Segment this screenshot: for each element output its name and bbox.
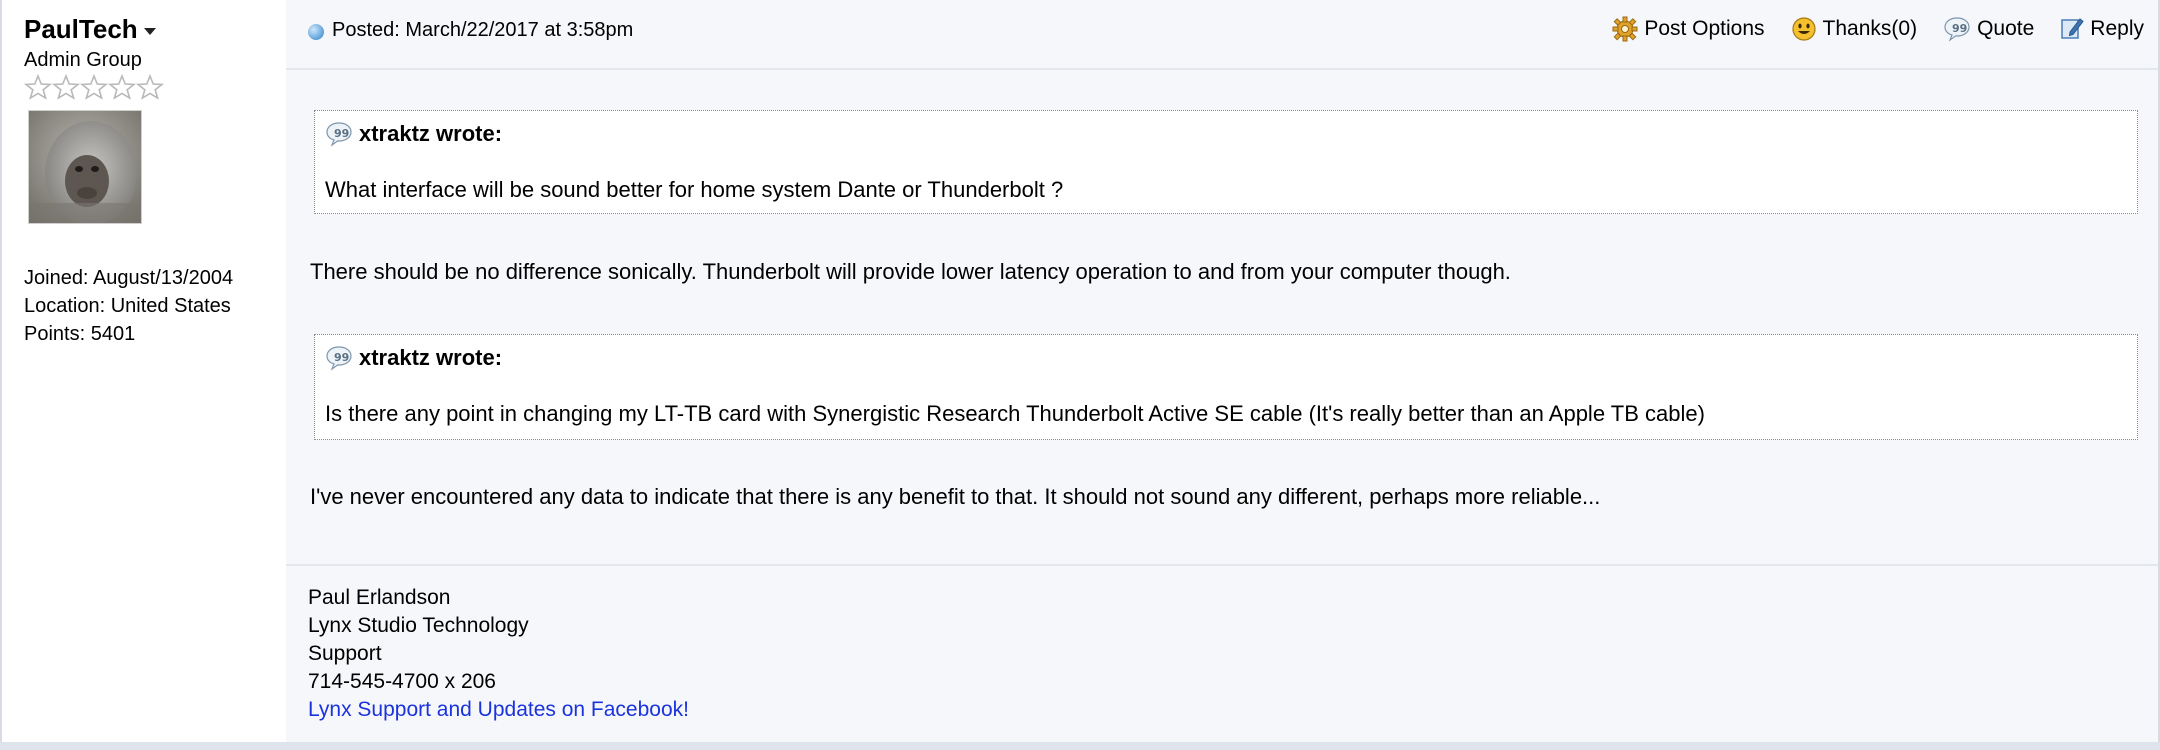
username[interactable]: PaulTech	[24, 14, 138, 45]
signature-phone: 714-545-4700 x 206	[308, 670, 496, 693]
signature-company: Lynx Studio Technology	[308, 614, 529, 637]
reply-label[interactable]: Reply	[2090, 17, 2144, 41]
quote-text: Is there any point in changing my LT-TB …	[325, 401, 1705, 426]
quote-button[interactable]: 99 Quote	[1943, 16, 2034, 42]
post-options-label[interactable]: Post Options	[1644, 17, 1764, 41]
reply-button[interactable]: Reply	[2060, 16, 2144, 42]
post-options-button[interactable]: Post Options	[1612, 16, 1765, 42]
user-stats: Joined: August/13/2004 Location: United …	[24, 264, 233, 348]
svg-text:99: 99	[334, 127, 349, 140]
quote-author-row: 99 xtraktz wrote:	[325, 345, 502, 371]
chevron-down-icon[interactable]	[143, 28, 156, 35]
forum-post: PaulTech Admin Group Joined: August/13/2…	[0, 0, 2160, 742]
signature-name: Paul Erlandson	[308, 586, 451, 609]
signature-lines: Paul Erlandson Lynx Studio Technology Su…	[308, 584, 689, 724]
post-header: Posted: March/22/2017 at 3:58pm Post Opt…	[286, 0, 2158, 70]
speech-bubble-icon: 99	[326, 122, 352, 147]
quote-author-row: 99 xtraktz wrote:	[325, 121, 502, 147]
star-icon	[108, 74, 136, 100]
reply-paragraph: I've never encountered any data to indic…	[310, 484, 1601, 509]
gear-icon	[1612, 16, 1638, 42]
thanks-button[interactable]: Thanks(0)	[1791, 16, 1918, 42]
user-rank-stars	[24, 74, 164, 100]
quote-author: xtraktz wrote:	[359, 121, 503, 146]
speech-bubble-icon: 99	[326, 346, 352, 371]
quote-author: xtraktz wrote:	[359, 345, 503, 370]
pencil-reply-icon	[2061, 18, 2084, 39]
avatar-image	[29, 111, 141, 223]
svg-text:99: 99	[1952, 22, 1967, 35]
star-icon	[80, 74, 108, 100]
quote-label[interactable]: Quote	[1977, 17, 2034, 41]
joined-date: Joined: August/13/2004	[24, 267, 234, 289]
signature: Paul Erlandson Lynx Studio Technology Su…	[286, 564, 2158, 744]
blue-dot-icon	[308, 24, 324, 40]
thanks-label[interactable]: Thanks(0)	[1823, 17, 1918, 41]
star-icon	[136, 74, 164, 100]
facebook-support-link[interactable]: Lynx Support and Updates on Facebook!	[308, 698, 689, 721]
user-points: Points: 5401	[24, 323, 136, 345]
quote-block: 99 xtraktz wrote: Is there any point in …	[314, 334, 2138, 440]
star-icon	[24, 74, 52, 100]
svg-text:99: 99	[334, 351, 349, 364]
post-footer-band	[0, 742, 2160, 750]
post-date-text: Posted: March/22/2017 at 3:58pm	[332, 19, 634, 41]
reply-paragraph: There should be no difference sonically.…	[310, 259, 1511, 284]
quote-block: 99 xtraktz wrote: What interface will be…	[314, 110, 2138, 214]
quote-text: What interface will be sound better for …	[325, 177, 1064, 202]
signature-dept: Support	[308, 642, 382, 665]
post-actions: Post Options Thanks(0) 99 Quote Reply	[1586, 16, 2144, 42]
speech-bubble-icon: 99	[1944, 17, 1970, 42]
post-content-panel: Posted: March/22/2017 at 3:58pm Post Opt…	[286, 0, 2158, 742]
star-icon	[52, 74, 80, 100]
avatar[interactable]	[28, 110, 142, 224]
post-date: Posted: March/22/2017 at 3:58pm	[308, 19, 633, 42]
username-dropdown[interactable]: PaulTech	[24, 14, 156, 45]
user-group: Admin Group	[24, 49, 142, 71]
user-profile-panel: PaulTech Admin Group Joined: August/13/2…	[2, 0, 286, 742]
smiley-icon	[1791, 17, 1816, 41]
user-location: Location: United States	[24, 295, 231, 317]
